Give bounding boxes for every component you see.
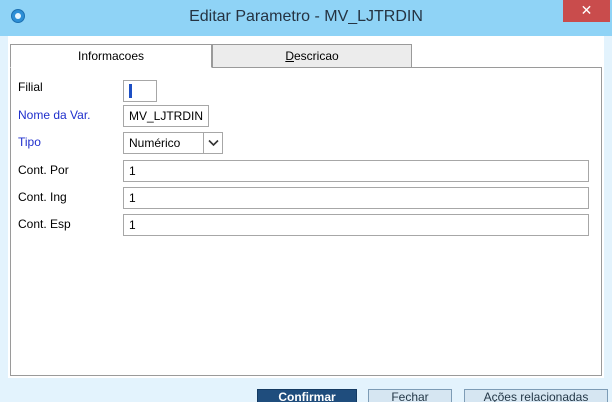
tab-label-mnemonic: D [285,49,294,63]
close-button[interactable]: ✕ [563,0,610,22]
acoes-relacionadas-button[interactable]: Ações relacionadas [464,389,608,402]
nome-var-label: Nome da Var. [18,108,91,122]
chevron-down-icon [207,139,219,147]
title-bar: Editar Parametro - MV_LJTRDIN ✕ [0,0,612,36]
filial-field[interactable] [123,80,157,102]
fechar-button[interactable]: Fechar [368,389,452,402]
tipo-value: Numérico [129,136,181,150]
tab-label-rest: escricao [293,49,339,63]
cont-esp-field[interactable]: 1 [123,214,589,236]
cont-por-label: Cont. Por [18,163,69,177]
tipo-select[interactable]: Numérico [123,132,223,154]
window-title: Editar Parametro - MV_LJTRDIN [189,8,423,25]
filial-label: Filial [18,80,43,94]
tab-label: Informacoes [77,49,145,63]
close-icon: ✕ [580,2,593,18]
tab-descricao[interactable]: Descricao [212,44,412,68]
confirmar-button[interactable]: Confirmar [257,389,357,402]
tab-informacoes[interactable]: Informacoes [10,44,212,68]
dialog-client-area: Informacoes Descricao Filial Nome da Var… [8,36,604,378]
form-panel: Filial Nome da Var. MV_LJTRDIN Tipo Numé… [10,67,602,376]
tipo-dropdown-button[interactable] [203,133,222,153]
tipo-label: Tipo [18,135,41,149]
nome-var-field[interactable]: MV_LJTRDIN [123,105,209,127]
text-cursor [129,84,132,98]
cont-por-field[interactable]: 1 [123,160,589,182]
cont-ing-field[interactable]: 1 [123,187,589,209]
cont-ing-label: Cont. Ing [18,190,67,204]
cont-esp-label: Cont. Esp [18,217,71,231]
